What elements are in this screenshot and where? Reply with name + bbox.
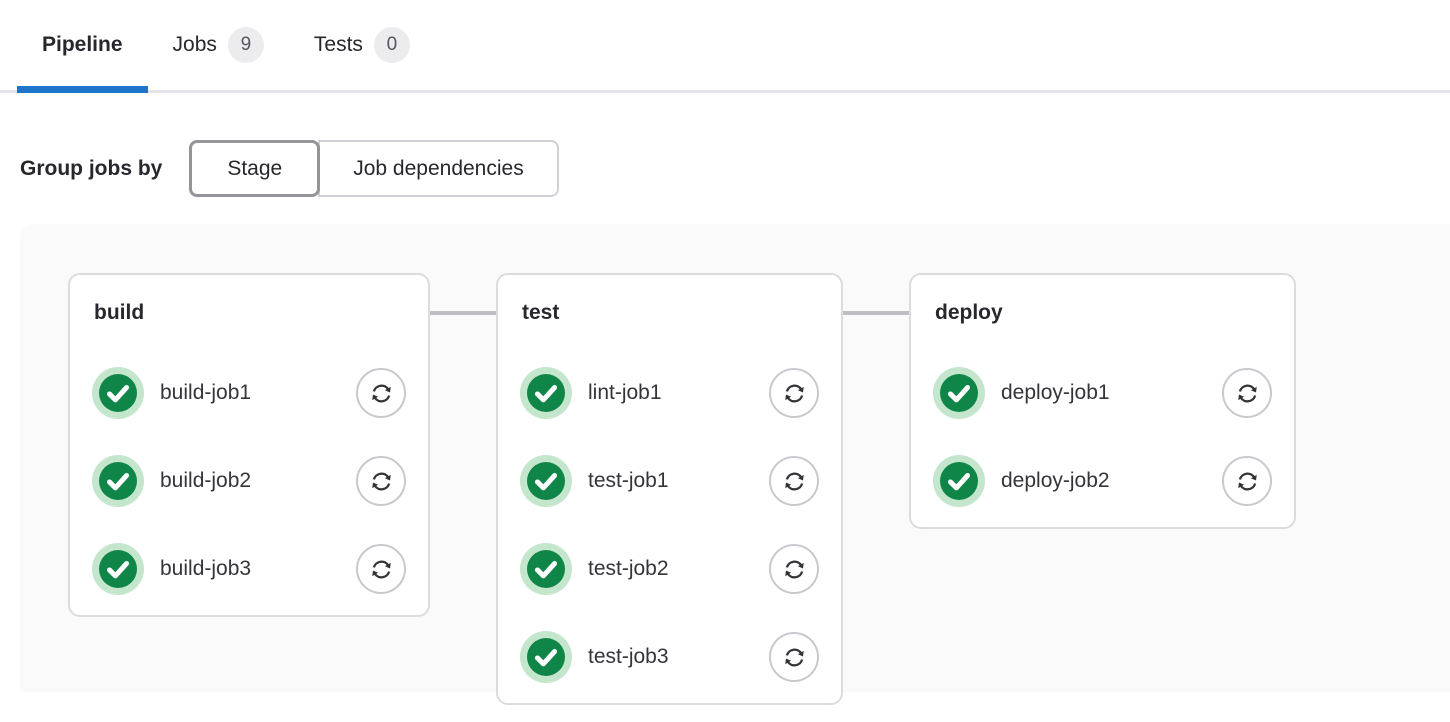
group-jobs-by-controls: Group jobs by Stage Job dependencies bbox=[20, 140, 1450, 197]
job-link[interactable]: test-job2 bbox=[588, 557, 769, 581]
retry-job-button[interactable] bbox=[769, 632, 819, 682]
group-jobs-by-segmented-control: Stage Job dependencies bbox=[189, 140, 558, 197]
job-row-lint-job1[interactable]: lint-job1 bbox=[520, 367, 819, 419]
status-success-icon bbox=[520, 631, 572, 683]
job-link[interactable]: build-job2 bbox=[160, 469, 356, 493]
group-by-stage-button[interactable]: Stage bbox=[189, 140, 320, 197]
job-link[interactable]: test-job3 bbox=[588, 645, 769, 669]
tab-tests[interactable]: Tests 0 bbox=[289, 0, 435, 90]
stage-title-build: build bbox=[94, 299, 406, 327]
stage-title-deploy: deploy bbox=[935, 299, 1272, 327]
group-by-job-dependencies-button[interactable]: Job dependencies bbox=[318, 140, 558, 197]
group-jobs-by-label: Group jobs by bbox=[20, 157, 162, 181]
stage-title-test: test bbox=[522, 299, 819, 327]
tab-pipeline-label: Pipeline bbox=[42, 33, 123, 57]
job-row-build-job3[interactable]: build-job3 bbox=[92, 543, 406, 595]
job-row-build-job1[interactable]: build-job1 bbox=[92, 367, 406, 419]
job-link[interactable]: build-job3 bbox=[160, 557, 356, 581]
tab-jobs[interactable]: Jobs 9 bbox=[148, 0, 289, 90]
retry-job-button[interactable] bbox=[356, 368, 406, 418]
job-link[interactable]: build-job1 bbox=[160, 381, 356, 405]
status-success-icon bbox=[92, 367, 144, 419]
tests-count-badge: 0 bbox=[374, 27, 410, 63]
tab-jobs-label: Jobs bbox=[173, 33, 217, 57]
job-link[interactable]: test-job1 bbox=[588, 469, 769, 493]
retry-job-button[interactable] bbox=[356, 544, 406, 594]
retry-job-button[interactable] bbox=[769, 456, 819, 506]
stage-card-test: test lint-job1 test-job1 bbox=[496, 273, 843, 705]
status-success-icon bbox=[92, 455, 144, 507]
pipeline-graph: build build-job1 build-job2 bbox=[68, 273, 1450, 705]
retry-job-button[interactable] bbox=[769, 544, 819, 594]
jobs-count-badge: 9 bbox=[228, 27, 264, 63]
stage-connector-line bbox=[843, 311, 909, 315]
status-success-icon bbox=[520, 367, 572, 419]
retry-job-button[interactable] bbox=[356, 456, 406, 506]
retry-job-button[interactable] bbox=[1222, 456, 1272, 506]
status-success-icon bbox=[520, 455, 572, 507]
pipeline-graph-panel: build build-job1 build-job2 bbox=[20, 224, 1450, 692]
job-row-deploy-job2[interactable]: deploy-job2 bbox=[933, 455, 1272, 507]
job-row-test-job2[interactable]: test-job2 bbox=[520, 543, 819, 595]
job-link[interactable]: lint-job1 bbox=[588, 381, 769, 405]
retry-job-button[interactable] bbox=[1222, 368, 1272, 418]
tab-tests-label: Tests bbox=[314, 33, 363, 57]
stage-card-deploy: deploy deploy-job1 deploy-job2 bbox=[909, 273, 1296, 529]
job-row-test-job3[interactable]: test-job3 bbox=[520, 631, 819, 683]
stage-connector-line bbox=[430, 311, 496, 315]
status-success-icon bbox=[520, 543, 572, 595]
job-link[interactable]: deploy-job2 bbox=[1001, 469, 1222, 493]
job-row-test-job1[interactable]: test-job1 bbox=[520, 455, 819, 507]
job-row-build-job2[interactable]: build-job2 bbox=[92, 455, 406, 507]
stage-card-build: build build-job1 build-job2 bbox=[68, 273, 430, 617]
retry-job-button[interactable] bbox=[769, 368, 819, 418]
job-row-deploy-job1[interactable]: deploy-job1 bbox=[933, 367, 1272, 419]
job-link[interactable]: deploy-job1 bbox=[1001, 381, 1222, 405]
pipeline-detail-tabs: Pipeline Jobs 9 Tests 0 bbox=[0, 0, 1450, 93]
status-success-icon bbox=[933, 455, 985, 507]
status-success-icon bbox=[933, 367, 985, 419]
tab-pipeline[interactable]: Pipeline bbox=[17, 0, 148, 90]
status-success-icon bbox=[92, 543, 144, 595]
